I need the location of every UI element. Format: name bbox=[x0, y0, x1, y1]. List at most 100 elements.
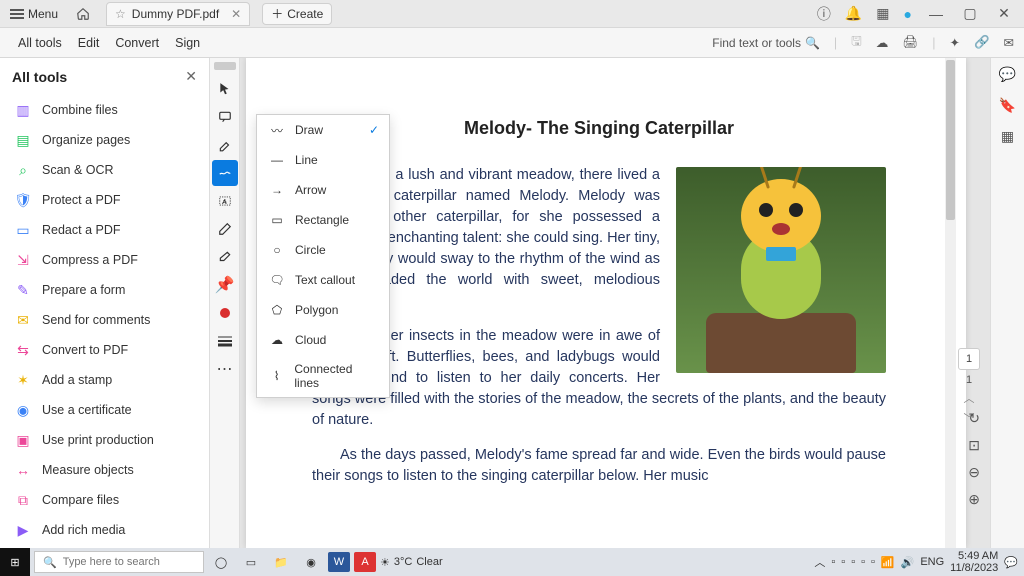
sidebar-item[interactable]: ▭Redact a PDF bbox=[0, 215, 209, 245]
shape-option[interactable]: 🗨Text callout bbox=[257, 265, 389, 295]
save-icon[interactable]: 🖫 bbox=[851, 32, 862, 53]
sidebar-item[interactable]: ▤Organize pages bbox=[0, 125, 209, 155]
pin-tool[interactable]: 📌 bbox=[212, 272, 238, 298]
chrome-icon[interactable]: ◉ bbox=[298, 550, 324, 574]
tray-icon[interactable]: ▫ bbox=[861, 556, 865, 568]
taskview-icon[interactable]: ▭ bbox=[238, 550, 264, 574]
bell-icon[interactable]: 🔔 bbox=[845, 5, 862, 22]
cloud-icon[interactable]: ☁ bbox=[876, 35, 889, 50]
thumbnails-icon[interactable]: ▦ bbox=[1001, 128, 1014, 145]
zoom-out-icon[interactable]: ⊖ bbox=[968, 464, 980, 481]
find-button[interactable]: Find text or tools 🔍 bbox=[712, 36, 820, 50]
sidebar-item[interactable]: ▥Combine files bbox=[0, 95, 209, 125]
weather-widget[interactable]: ☀ 3°C Clear bbox=[380, 556, 443, 569]
zoom-in-icon[interactable]: ⊕ bbox=[968, 491, 980, 508]
pen-tool[interactable] bbox=[212, 216, 238, 242]
shapes-tool[interactable] bbox=[212, 160, 238, 186]
shape-option[interactable]: 〰Draw bbox=[257, 115, 389, 145]
explorer-icon[interactable]: 📁 bbox=[268, 550, 294, 574]
create-label: Create bbox=[287, 7, 323, 21]
star-icon: ☆ bbox=[115, 7, 126, 21]
toolbar-convert[interactable]: Convert bbox=[107, 32, 167, 54]
shape-option[interactable]: ☁Cloud bbox=[257, 325, 389, 355]
acrobat-icon[interactable]: A bbox=[354, 552, 376, 572]
tool-label: Compress a PDF bbox=[42, 253, 138, 267]
thickness-tool[interactable] bbox=[212, 328, 238, 354]
sidebar-item[interactable]: 🛡Protect a PDF bbox=[0, 185, 209, 215]
sidebar-item[interactable]: ▶Add rich media bbox=[0, 515, 209, 545]
wifi-icon[interactable]: 📶 bbox=[881, 556, 895, 569]
profile-icon[interactable]: ● bbox=[904, 6, 912, 22]
fit-icon[interactable]: ⊡ bbox=[968, 437, 980, 454]
sidebar-item[interactable]: ⧉Compare files bbox=[0, 485, 209, 515]
taskbar-search[interactable]: 🔍 bbox=[34, 551, 204, 573]
tray-icon[interactable]: ▫ bbox=[831, 556, 835, 568]
toolbar-sign[interactable]: Sign bbox=[167, 32, 208, 54]
tray-icon[interactable]: ▫ bbox=[871, 556, 875, 568]
print-icon[interactable]: 🖨 bbox=[902, 35, 918, 50]
tool-icon: ✶ bbox=[14, 371, 32, 389]
notifications-icon[interactable]: 💬 bbox=[1004, 556, 1018, 569]
tray-up-icon[interactable]: ︿ bbox=[814, 554, 825, 570]
document-tab[interactable]: ☆ Dummy PDF.pdf ✕ bbox=[106, 2, 250, 26]
ai-icon[interactable]: ✦ bbox=[949, 35, 959, 50]
tab-close-button[interactable]: ✕ bbox=[231, 7, 241, 21]
tray-icon[interactable]: ▫ bbox=[841, 556, 845, 568]
sound-icon[interactable]: 🔊 bbox=[901, 556, 915, 569]
comment-tool[interactable] bbox=[212, 104, 238, 130]
search-input[interactable] bbox=[63, 556, 205, 568]
page-up[interactable]: ︿ bbox=[964, 390, 975, 406]
tray-icon[interactable]: ▫ bbox=[851, 556, 855, 568]
tool-label: Measure objects bbox=[42, 463, 134, 477]
start-button[interactable]: ⊞ bbox=[0, 548, 30, 576]
eraser-tool[interactable] bbox=[212, 244, 238, 270]
more-tools[interactable]: ⋯ bbox=[212, 356, 238, 382]
sidebar-close-button[interactable]: ✕ bbox=[185, 68, 197, 85]
sidebar-item[interactable]: ⇲Compress a PDF bbox=[0, 245, 209, 275]
menu-button[interactable]: Menu bbox=[4, 5, 64, 23]
shape-option[interactable]: ⬠Polygon bbox=[257, 295, 389, 325]
toolbar-alltools[interactable]: All tools bbox=[10, 32, 70, 54]
chat-icon[interactable]: 💬 bbox=[999, 66, 1016, 83]
create-button[interactable]: ＋ Create bbox=[262, 3, 332, 25]
tool-icon: ⧉ bbox=[14, 491, 32, 509]
textbox-tool[interactable]: A bbox=[212, 188, 238, 214]
help-icon[interactable]: ⓘ bbox=[817, 4, 831, 24]
document-paragraph: As the days passed, Melody's fame spread… bbox=[312, 445, 886, 487]
clock[interactable]: 5:49 AM 11/8/2023 bbox=[950, 550, 998, 574]
shape-option[interactable]: ―Line bbox=[257, 145, 389, 175]
bookmark-icon[interactable]: 🔖 bbox=[999, 97, 1016, 114]
scrollbar[interactable] bbox=[945, 58, 956, 548]
home-button[interactable] bbox=[70, 5, 96, 23]
rotate-icon[interactable]: ↻ bbox=[968, 410, 980, 427]
toolbar-drag-handle[interactable] bbox=[214, 62, 236, 70]
highlight-tool[interactable] bbox=[212, 132, 238, 158]
sidebar-item[interactable]: ✉Send for comments bbox=[0, 305, 209, 335]
sidebar-item[interactable]: ⌕Scan & OCR bbox=[0, 155, 209, 185]
color-picker[interactable] bbox=[212, 300, 238, 326]
select-tool[interactable] bbox=[212, 76, 238, 102]
shape-option[interactable]: ▭Rectangle bbox=[257, 205, 389, 235]
sidebar-item[interactable]: ◉Use a certificate bbox=[0, 395, 209, 425]
shapes-popup: 〰Draw―Line→Arrow▭Rectangle○Circle🗨Text c… bbox=[256, 114, 390, 398]
sidebar-item[interactable]: ✶Add a stamp bbox=[0, 365, 209, 395]
sidebar-item[interactable]: ↔Measure objects bbox=[0, 455, 209, 485]
sidebar-item[interactable]: ⇆Convert to PDF bbox=[0, 335, 209, 365]
word-icon[interactable]: W bbox=[328, 552, 350, 572]
maximize-button[interactable]: ▢ bbox=[960, 5, 980, 22]
apps-icon[interactable]: ▦ bbox=[876, 5, 889, 22]
minimize-button[interactable]: — bbox=[926, 6, 946, 22]
shape-option[interactable]: →Arrow bbox=[257, 175, 389, 205]
page-input[interactable]: 1 bbox=[958, 348, 980, 370]
shape-option[interactable]: ⌇Connected lines bbox=[257, 355, 389, 397]
sidebar-item[interactable]: ✎Prepare a form bbox=[0, 275, 209, 305]
shape-option[interactable]: ○Circle bbox=[257, 235, 389, 265]
sidebar-item[interactable]: ▣Use print production bbox=[0, 425, 209, 455]
link-icon[interactable]: 🔗 bbox=[974, 35, 990, 50]
toolbar-edit[interactable]: Edit bbox=[70, 32, 108, 54]
close-button[interactable]: ✕ bbox=[994, 5, 1014, 22]
lang-indicator[interactable]: ENG bbox=[920, 556, 944, 568]
tool-icon: ⇆ bbox=[14, 341, 32, 359]
cortana-icon[interactable]: ◯ bbox=[208, 550, 234, 574]
mail-icon[interactable]: ✉ bbox=[1004, 35, 1014, 50]
